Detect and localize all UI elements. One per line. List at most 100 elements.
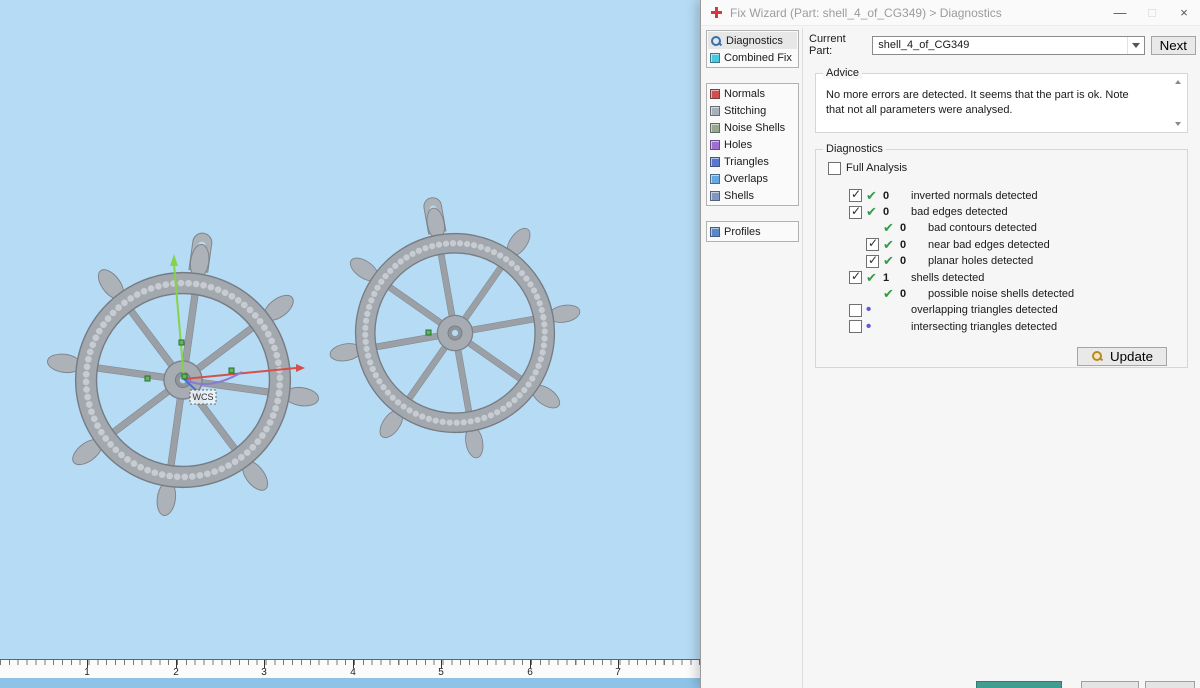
handle-marker[interactable] <box>228 367 235 374</box>
diagnostic-row: ✔ 0 possible noise shells detected <box>824 286 1179 302</box>
partial-button[interactable] <box>1081 681 1139 688</box>
sidebar-item-label: Holes <box>724 138 753 151</box>
combo-arrow-box[interactable] <box>1126 36 1144 54</box>
dot-icon: • <box>866 317 872 335</box>
full-analysis-checkbox[interactable] <box>828 161 841 175</box>
bad-edges-checkbox[interactable] <box>849 204 862 219</box>
diagnostic-count: 0 <box>883 189 890 202</box>
update-row: Update <box>824 346 1167 366</box>
maximize-button[interactable]: □ <box>1136 1 1168 25</box>
diagnostic-label: inverted normals detected <box>911 189 1038 202</box>
update-button[interactable]: Update <box>1077 346 1167 366</box>
intersecting-triangles-checkbox[interactable] <box>849 320 862 334</box>
handle-marker[interactable] <box>144 375 151 382</box>
sidebar-item-normals[interactable]: Normals <box>708 85 797 102</box>
diagnostics-legend: Diagnostics <box>823 142 886 155</box>
update-magnifier-icon <box>1091 350 1103 362</box>
diagnostic-label: overlapping triangles detected <box>911 304 1058 317</box>
planar-holes-checkbox[interactable] <box>866 253 879 268</box>
next-button[interactable]: Next <box>1150 35 1196 55</box>
diagnostic-row: • overlapping triangles detected <box>824 302 1179 318</box>
sidebar-item-diagnostics[interactable]: Diagnostics <box>708 32 797 49</box>
sidebar-item-profiles[interactable]: Profiles <box>708 223 797 240</box>
diagnostic-count: 0 <box>883 206 890 219</box>
shells-icon <box>710 190 720 201</box>
magnifier-icon <box>710 35 722 47</box>
partial-button-green[interactable] <box>976 681 1062 688</box>
diagnostic-label: near bad edges detected <box>928 238 1050 251</box>
nav-group-top: Diagnostics Combined Fix <box>706 30 799 68</box>
svg-text:WCS: WCS <box>193 392 214 402</box>
sidebar-item-label: Stitching <box>724 104 767 117</box>
sidebar-item-noise-shells[interactable]: Noise Shells <box>708 119 797 136</box>
sidebar-item-shells[interactable]: Shells <box>708 187 797 204</box>
diagnostic-count: 0 <box>900 238 907 251</box>
sidebar-item-label: Combined Fix <box>724 51 792 64</box>
advice-legend: Advice <box>823 67 863 79</box>
dot-icon: • <box>866 301 872 319</box>
diagnostic-label: intersecting triangles detected <box>911 320 1058 333</box>
shells-checkbox[interactable] <box>849 269 862 285</box>
diagnostic-count: 0 <box>900 288 907 301</box>
sidebar-item-combined-fix[interactable]: Combined Fix <box>708 49 797 66</box>
overlaps-icon <box>710 173 720 184</box>
ruler-number: 5 <box>438 667 444 678</box>
diagnostic-row: ✔ 0 near bad edges detected <box>824 236 1179 253</box>
minimize-button[interactable]: — <box>1104 1 1136 25</box>
update-button-label: Update <box>1110 348 1153 364</box>
sidebar-divider <box>802 28 803 688</box>
sidebar-item-label: Triangles <box>724 155 769 168</box>
ruler-number: 4 <box>350 667 356 678</box>
partial-button[interactable] <box>1145 681 1195 688</box>
scroll-down-icon[interactable] <box>1175 121 1181 126</box>
ruler-number: 7 <box>615 667 621 678</box>
advice-scrollbar[interactable] <box>1172 78 1184 128</box>
sidebar-item-stitching[interactable]: Stitching <box>708 102 797 119</box>
viewport-canvas[interactable]: WCS <box>0 0 700 655</box>
close-button[interactable]: × <box>1168 1 1200 25</box>
diagnostic-row: ✔ 0 inverted normals detected <box>824 187 1179 204</box>
diagnostic-row: ✔ 0 planar holes detected <box>824 253 1179 269</box>
wizard-sidebar: Diagnostics Combined Fix Normals Stitchi… <box>706 30 799 257</box>
scroll-up-icon[interactable] <box>1175 80 1181 84</box>
diagnostic-row: ✔ 1 shells detected <box>824 269 1179 286</box>
current-part-select[interactable]: shell_4_of_CG349 <box>872 35 1145 55</box>
sidebar-item-label: Profiles <box>724 225 761 238</box>
dialog-titlebar[interactable]: Fix Wizard (Part: shell_4_of_CG349) > Di… <box>701 0 1200 26</box>
ruler-number: 6 <box>527 667 533 678</box>
wcs-label: WCS <box>189 389 217 405</box>
inverted-normals-checkbox[interactable] <box>849 187 862 203</box>
sidebar-item-label: Noise Shells <box>724 121 786 134</box>
ship-wheel-right[interactable] <box>306 176 601 480</box>
advice-text: No more errors are detected. It seems th… <box>826 89 1129 116</box>
viewport-3d[interactable]: WCS 1 2 3 4 5 6 7 <box>0 0 700 688</box>
sidebar-item-label: Shells <box>724 189 754 202</box>
near-bad-edges-checkbox[interactable] <box>866 236 879 252</box>
diagnostic-row: ✔ 0 bad contours detected <box>824 220 1179 236</box>
dialog-title: Fix Wizard (Part: shell_4_of_CG349) > Di… <box>730 5 1002 20</box>
diagnostic-label: possible noise shells detected <box>928 288 1075 301</box>
sidebar-item-holes[interactable]: Holes <box>708 136 797 153</box>
chevron-down-icon <box>1131 42 1140 48</box>
checkbox-spacer <box>866 222 879 235</box>
horizontal-scrollbar[interactable] <box>0 678 700 688</box>
current-part-label: Current Part: <box>809 33 846 57</box>
normals-icon <box>710 88 720 99</box>
check-icon: ✔ <box>883 253 894 269</box>
current-part-row: Current Part: shell_4_of_CG349 Next <box>809 33 1196 57</box>
handle-marker[interactable] <box>178 339 185 346</box>
sidebar-item-triangles[interactable]: Triangles <box>708 153 797 170</box>
handle-marker[interactable] <box>425 329 432 336</box>
diagnostic-label: planar holes detected <box>928 255 1034 268</box>
sidebar-item-overlaps[interactable]: Overlaps <box>708 170 797 187</box>
overlapping-triangles-checkbox[interactable] <box>849 303 862 317</box>
current-part-value: shell_4_of_CG349 <box>878 39 970 51</box>
handle-marker[interactable] <box>181 373 188 380</box>
sidebar-item-label: Normals <box>724 87 765 100</box>
sidebar-item-label: Diagnostics <box>726 34 783 47</box>
full-analysis-label: Full Analysis <box>846 162 908 175</box>
holes-icon <box>710 139 720 150</box>
diagnostic-row: ✔ 0 bad edges detected <box>824 204 1179 220</box>
sidebar-item-label: Overlaps <box>724 172 769 185</box>
full-analysis-row: Full Analysis <box>828 161 1179 175</box>
